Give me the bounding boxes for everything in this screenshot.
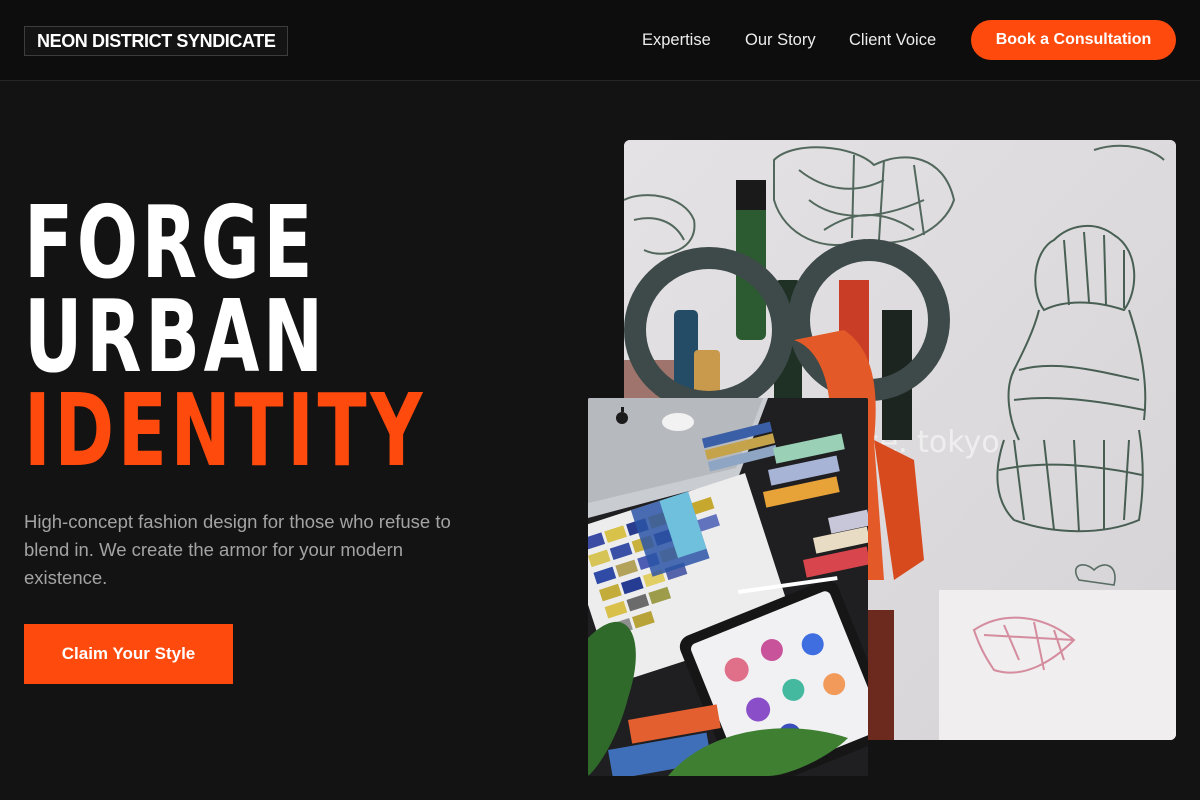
hero-photo-swatches — [588, 398, 868, 776]
site-header: NEON DISTRICT SYNDICATE Expertise Our St… — [0, 0, 1200, 81]
nav-link-our-story[interactable]: Our Story — [745, 30, 816, 50]
headline-line-urban: URBAN — [24, 278, 327, 395]
brand-logo[interactable]: NEON DISTRICT SYNDICATE — [24, 26, 289, 56]
claim-your-style-button[interactable]: Claim Your Style — [24, 624, 233, 684]
book-consultation-button[interactable]: Book a Consultation — [971, 20, 1176, 60]
nav-link-client-voice[interactable]: Client Voice — [849, 30, 936, 50]
nav-link-expertise[interactable]: Expertise — [642, 30, 711, 50]
hero-headline: FORGE URBAN IDENTITY — [24, 184, 582, 489]
hero-subcopy: High-concept fashion design for those wh… — [24, 511, 451, 588]
headline-line-identity: IDENTITY — [24, 372, 426, 489]
headline-line-forge: FORGE — [24, 184, 317, 301]
